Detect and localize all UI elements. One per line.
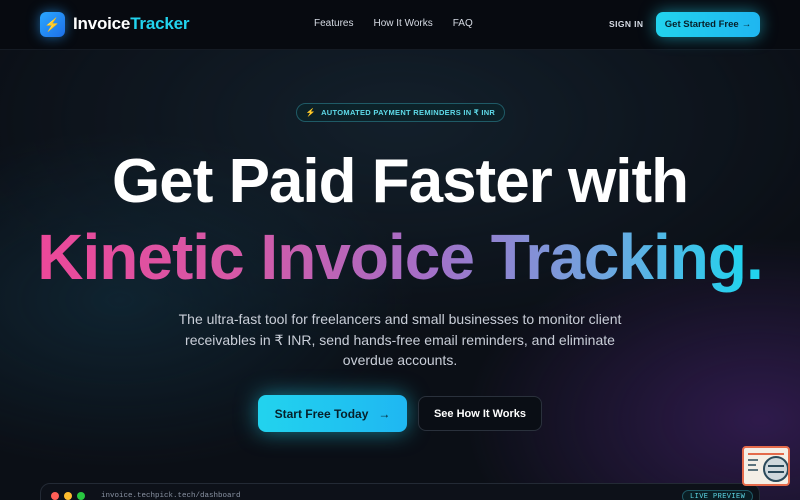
close-dot-icon [51,492,59,500]
preview-url: invoice.techpick.tech/dashboard [101,492,241,500]
hero-headline-dot: . [745,221,764,293]
live-preview-badge: LIVE PREVIEW [682,490,754,500]
arrow-right-icon: → [378,406,391,421]
get-started-button[interactable]: Get Started Free → [656,12,760,37]
bolt-icon[interactable]: ⚡ [40,12,65,37]
start-free-label: Start Free Today [274,406,369,421]
nav-link-faq[interactable]: FAQ [453,18,473,29]
start-free-button[interactable]: Start Free Today → [258,395,407,432]
hero-headline-line1: Get Paid Faster with [111,147,689,216]
hero-headline-line2: Kinetic Invoice Tracking. [0,220,800,294]
nav-link-how-it-works[interactable]: How It Works [373,18,432,29]
window-controls [51,492,85,500]
brand-name-part2: Tracker [130,14,190,33]
badge-text: AUTOMATED PAYMENT REMINDERS IN ₹ INR [321,108,496,117]
get-started-label: Get Started Free [664,19,739,30]
brand-logo[interactable]: InvoiceTracker [73,14,189,34]
top-navbar: ⚡ InvoiceTracker Features How It Works F… [0,0,800,50]
arrow-right-icon: → [741,19,752,30]
maximize-dot-icon [77,492,85,500]
hero-subtitle: The ultra-fast tool for freelancers and … [178,311,622,368]
minimize-dot-icon [64,492,72,500]
chat-widget-icon[interactable] [742,446,790,486]
see-how-it-works-button[interactable]: See How It Works [418,396,542,431]
dashboard-preview-window: invoice.techpick.tech/dashboard LIVE PRE… [40,483,760,500]
hero-headline-gradient-text: Kinetic Invoice Tracking [37,221,747,293]
bolt-icon: ⚡ [305,108,317,117]
nav-link-features[interactable]: Features [314,18,353,29]
sign-in-link[interactable]: SIGN IN [609,19,643,29]
brand-name-part1: Invoice [73,14,131,33]
feature-badge: ⚡ AUTOMATED PAYMENT REMINDERS IN ₹ INR [296,103,505,122]
nav-links: Features How It Works FAQ [314,18,473,29]
